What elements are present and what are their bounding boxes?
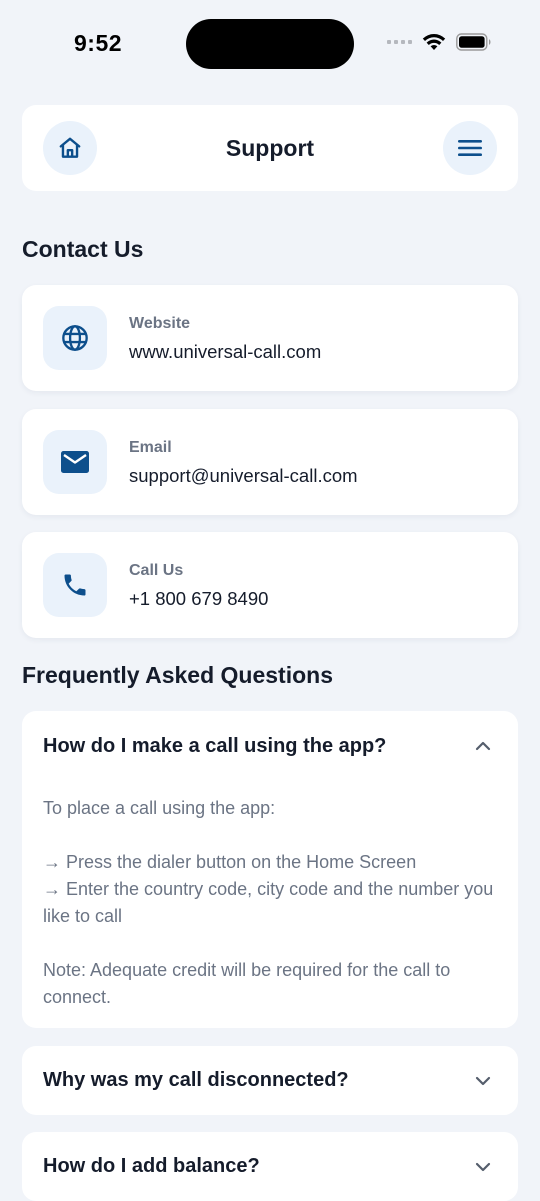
phone-link[interactable]: +1 800 679 8490 <box>129 588 268 610</box>
contact-card-email[interactable]: Email support@universal-call.com <box>22 409 518 515</box>
contact-label: Call Us <box>129 562 184 579</box>
chevron-down-icon[interactable] <box>474 1158 492 1176</box>
contact-icon-container <box>43 430 107 494</box>
website-link[interactable]: www.universal-call.com <box>129 341 321 363</box>
contact-label: Email <box>129 439 172 456</box>
faq-answer-line: → Enter the country code, city code and … <box>43 879 494 926</box>
contact-icon-container <box>43 306 107 370</box>
menu-button[interactable] <box>443 121 497 175</box>
mail-icon <box>61 451 89 473</box>
chevron-down-icon[interactable] <box>474 1072 492 1090</box>
faq-answer-line: Note: Adequate credit will be required f… <box>43 960 451 1007</box>
contact-icon-container <box>43 553 107 617</box>
wifi-icon <box>422 34 446 50</box>
top-navigation-bar: Support <box>22 105 518 191</box>
hamburger-menu-icon <box>458 140 482 156</box>
faq-answer-line: → Press the dialer button on the Home Sc… <box>43 852 417 872</box>
chevron-up-icon[interactable] <box>474 737 492 755</box>
globe-icon <box>62 325 88 351</box>
contact-card-phone[interactable]: Call Us +1 800 679 8490 <box>22 532 518 638</box>
battery-icon <box>456 33 491 51</box>
faq-answer-line <box>43 930 503 957</box>
email-link[interactable]: support@universal-call.com <box>129 465 358 487</box>
status-time: 9:52 <box>74 30 123 56</box>
faq-question[interactable]: How do I make a call using the app? <box>43 735 386 758</box>
contact-section-title: Contact Us <box>22 236 144 262</box>
faq-item-expanded: How do I make a call using the app? To p… <box>22 711 518 1028</box>
phone-icon <box>64 574 86 596</box>
contact-label: Website <box>129 315 191 332</box>
faq-answer-line <box>43 822 503 849</box>
faq-section-title: Frequently Asked Questions <box>22 662 333 688</box>
dynamic-island <box>186 19 354 69</box>
faq-answer-line: To place a call using the app: <box>43 798 276 818</box>
faq-question[interactable]: Why was my call disconnected? <box>43 1069 349 1092</box>
cellular-signal-icon <box>387 40 412 44</box>
status-bar: 9:52 <box>0 0 540 90</box>
status-icons <box>387 33 492 51</box>
faq-question[interactable]: How do I add balance? <box>43 1155 260 1178</box>
contact-card-website[interactable]: Website www.universal-call.com <box>22 285 518 391</box>
faq-item-collapsed[interactable]: How do I add balance? <box>22 1132 518 1201</box>
faq-item-collapsed[interactable]: Why was my call disconnected? <box>22 1046 518 1115</box>
faq-answer: To place a call using the app: → Press t… <box>43 795 503 1011</box>
